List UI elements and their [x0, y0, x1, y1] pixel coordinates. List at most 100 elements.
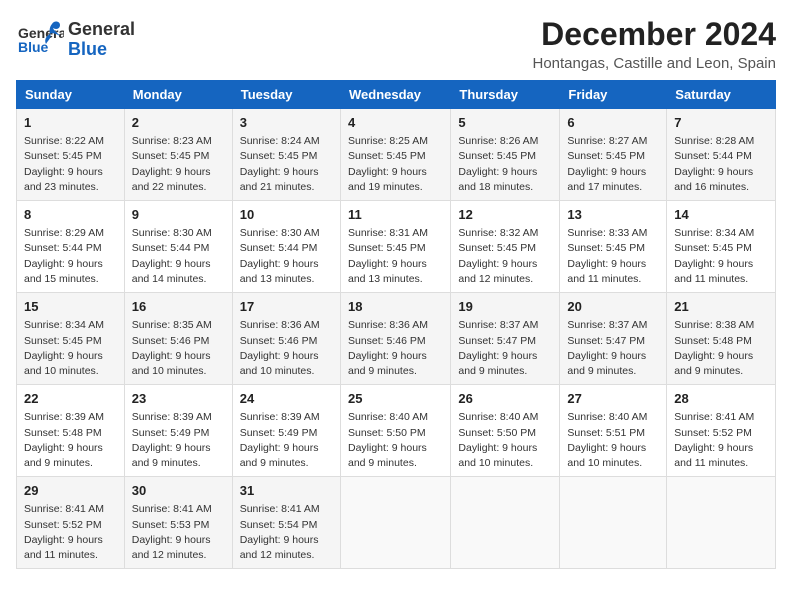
day-number: 13 — [567, 206, 659, 224]
day-info: Sunrise: 8:41 AM Sunset: 5:52 PM Dayligh… — [674, 410, 768, 471]
day-info: Sunrise: 8:38 AM Sunset: 5:48 PM Dayligh… — [674, 318, 768, 379]
day-number: 25 — [348, 390, 443, 408]
calendar-day-cell: 31Sunrise: 8:41 AM Sunset: 5:54 PM Dayli… — [232, 477, 340, 569]
calendar-day-cell: 17Sunrise: 8:36 AM Sunset: 5:46 PM Dayli… — [232, 293, 340, 385]
general-blue-logo-icon: General Blue — [16, 16, 64, 64]
calendar-day-cell: 10 Sunrise: 8:30 AM Sunset: 5:44 PM Dayli… — [232, 201, 340, 293]
day-info: Sunrise: 8:39 AM Sunset: 5:49 PM Dayligh… — [240, 410, 333, 471]
day-info: Sunrise: 8:28 AM Sunset: 5:44 PM Dayligh… — [674, 134, 768, 195]
day-info: Sunrise: 8:22 AM Sunset: 5:45 PM Dayligh… — [24, 134, 117, 195]
day-info: Sunrise: 8:41 AM Sunset: 5:53 PM Dayligh… — [132, 502, 225, 563]
calendar-empty-cell — [560, 477, 667, 569]
calendar-day-cell: 20 Sunrise: 8:37 AM Sunset: 5:47 PM Dayli… — [560, 293, 667, 385]
calendar-day-cell: 7 Sunrise: 8:28 AM Sunset: 5:44 PM Daylig… — [667, 109, 776, 201]
day-number: 20 — [567, 298, 659, 316]
day-info: Sunrise: 8:27 AM Sunset: 5:45 PM Dayligh… — [567, 134, 659, 195]
day-info: Sunrise: 8:40 AM Sunset: 5:51 PM Dayligh… — [567, 410, 659, 471]
calendar-empty-cell — [340, 477, 450, 569]
day-number: 24 — [240, 390, 333, 408]
day-info: Sunrise: 8:24 AM Sunset: 5:45 PM Dayligh… — [240, 134, 333, 195]
day-info: Sunrise: 8:23 AM Sunset: 5:45 PM Dayligh… — [132, 134, 225, 195]
calendar-empty-cell — [451, 477, 560, 569]
day-number: 12 — [458, 206, 552, 224]
day-of-week-header: Saturday — [667, 81, 776, 109]
calendar-day-cell: 4Sunrise: 8:25 AM Sunset: 5:45 PM Daylig… — [340, 109, 450, 201]
page-header: General Blue General Blue December 2024 … — [16, 16, 776, 72]
day-of-week-header: Wednesday — [340, 81, 450, 109]
logo-text-block: General Blue — [68, 20, 135, 60]
day-info: Sunrise: 8:36 AM Sunset: 5:46 PM Dayligh… — [348, 318, 443, 379]
day-number: 26 — [458, 390, 552, 408]
day-info: Sunrise: 8:37 AM Sunset: 5:47 PM Dayligh… — [458, 318, 552, 379]
day-info: Sunrise: 8:31 AM Sunset: 5:45 PM Dayligh… — [348, 226, 443, 287]
calendar-week-row: 15 Sunrise: 8:34 AM Sunset: 5:45 PM Dayli… — [17, 293, 776, 385]
day-number: 7 — [674, 114, 768, 132]
calendar-day-cell: 15 Sunrise: 8:34 AM Sunset: 5:45 PM Dayli… — [17, 293, 125, 385]
day-number: 10 — [240, 206, 333, 224]
calendar-day-cell: 9Sunrise: 8:30 AM Sunset: 5:44 PM Daylig… — [124, 201, 232, 293]
day-info: Sunrise: 8:39 AM Sunset: 5:49 PM Dayligh… — [132, 410, 225, 471]
day-number: 14 — [674, 206, 768, 224]
calendar-table: SundayMondayTuesdayWednesdayThursdayFrid… — [16, 80, 776, 569]
day-info: Sunrise: 8:34 AM Sunset: 5:45 PM Dayligh… — [24, 318, 117, 379]
day-of-week-header: Thursday — [451, 81, 560, 109]
day-number: 6 — [567, 114, 659, 132]
day-number: 11 — [348, 206, 443, 224]
day-number: 28 — [674, 390, 768, 408]
day-of-week-header: Monday — [124, 81, 232, 109]
main-title: December 2024 — [532, 16, 776, 53]
day-number: 16 — [132, 298, 225, 316]
calendar-day-cell: 24 Sunrise: 8:39 AM Sunset: 5:49 PM Dayli… — [232, 385, 340, 477]
day-info: Sunrise: 8:29 AM Sunset: 5:44 PM Dayligh… — [24, 226, 117, 287]
day-info: Sunrise: 8:33 AM Sunset: 5:45 PM Dayligh… — [567, 226, 659, 287]
day-info: Sunrise: 8:26 AM Sunset: 5:45 PM Dayligh… — [458, 134, 552, 195]
day-info: Sunrise: 8:37 AM Sunset: 5:47 PM Dayligh… — [567, 318, 659, 379]
calendar-day-cell: 26 Sunrise: 8:40 AM Sunset: 5:50 PM Dayli… — [451, 385, 560, 477]
day-info: Sunrise: 8:39 AM Sunset: 5:48 PM Dayligh… — [24, 410, 117, 471]
day-number: 4 — [348, 114, 443, 132]
day-number: 15 — [24, 298, 117, 316]
calendar-day-cell: 18Sunrise: 8:36 AM Sunset: 5:46 PM Dayli… — [340, 293, 450, 385]
calendar-day-cell: 25 Sunrise: 8:40 AM Sunset: 5:50 PM Dayli… — [340, 385, 450, 477]
day-number: 2 — [132, 114, 225, 132]
day-of-week-header: Friday — [560, 81, 667, 109]
calendar-day-cell: 13 Sunrise: 8:33 AM Sunset: 5:45 PM Dayli… — [560, 201, 667, 293]
calendar-week-row: 1 Sunrise: 8:22 AM Sunset: 5:45 PM Daylig… — [17, 109, 776, 201]
calendar-day-cell: 8Sunrise: 8:29 AM Sunset: 5:44 PM Daylig… — [17, 201, 125, 293]
day-number: 1 — [24, 114, 117, 132]
calendar-day-cell: 12 Sunrise: 8:32 AM Sunset: 5:45 PM Dayli… — [451, 201, 560, 293]
day-number: 3 — [240, 114, 333, 132]
day-info: Sunrise: 8:41 AM Sunset: 5:54 PM Dayligh… — [240, 502, 333, 563]
svg-text:Blue: Blue — [18, 39, 49, 55]
logo: General Blue General Blue — [16, 16, 135, 64]
day-of-week-header: Sunday — [17, 81, 125, 109]
calendar-week-row: 29Sunrise: 8:41 AM Sunset: 5:52 PM Dayli… — [17, 477, 776, 569]
day-info: Sunrise: 8:35 AM Sunset: 5:46 PM Dayligh… — [132, 318, 225, 379]
calendar-day-cell: 1 Sunrise: 8:22 AM Sunset: 5:45 PM Daylig… — [17, 109, 125, 201]
day-number: 27 — [567, 390, 659, 408]
calendar-day-cell: 22 Sunrise: 8:39 AM Sunset: 5:48 PM Dayli… — [17, 385, 125, 477]
calendar-day-cell: 23Sunrise: 8:39 AM Sunset: 5:49 PM Dayli… — [124, 385, 232, 477]
subtitle: Hontangas, Castille and Leon, Spain — [532, 55, 776, 72]
day-number: 9 — [132, 206, 225, 224]
day-number: 22 — [24, 390, 117, 408]
calendar-header-row: SundayMondayTuesdayWednesdayThursdayFrid… — [17, 81, 776, 109]
day-info: Sunrise: 8:40 AM Sunset: 5:50 PM Dayligh… — [348, 410, 443, 471]
day-info: Sunrise: 8:30 AM Sunset: 5:44 PM Dayligh… — [240, 226, 333, 287]
day-info: Sunrise: 8:40 AM Sunset: 5:50 PM Dayligh… — [458, 410, 552, 471]
day-number: 5 — [458, 114, 552, 132]
calendar-day-cell: 14Sunrise: 8:34 AM Sunset: 5:45 PM Dayli… — [667, 201, 776, 293]
logo-line2: Blue — [68, 40, 135, 60]
calendar-day-cell: 2 Sunrise: 8:23 AM Sunset: 5:45 PM Daylig… — [124, 109, 232, 201]
logo-line1: General — [68, 20, 135, 40]
day-number: 21 — [674, 298, 768, 316]
day-info: Sunrise: 8:32 AM Sunset: 5:45 PM Dayligh… — [458, 226, 552, 287]
day-number: 19 — [458, 298, 552, 316]
day-info: Sunrise: 8:36 AM Sunset: 5:46 PM Dayligh… — [240, 318, 333, 379]
calendar-day-cell: 29Sunrise: 8:41 AM Sunset: 5:52 PM Dayli… — [17, 477, 125, 569]
calendar-day-cell: 16 Sunrise: 8:35 AM Sunset: 5:46 PM Dayli… — [124, 293, 232, 385]
day-number: 30 — [132, 482, 225, 500]
calendar-day-cell: 6 Sunrise: 8:27 AM Sunset: 5:45 PM Daylig… — [560, 109, 667, 201]
calendar-day-cell: 19 Sunrise: 8:37 AM Sunset: 5:47 PM Dayli… — [451, 293, 560, 385]
calendar-empty-cell — [667, 477, 776, 569]
